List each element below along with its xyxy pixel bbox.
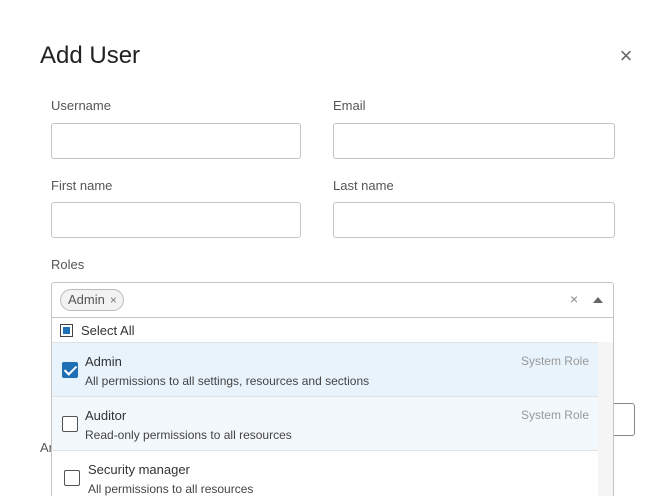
select-all-label: Select All <box>81 322 135 338</box>
role-option-name: Admin <box>85 354 122 369</box>
last-name-label: Last name <box>333 178 394 193</box>
role-option-name: Security manager <box>88 462 190 477</box>
role-option-admin[interactable]: Admin All permissions to all settings, r… <box>52 342 598 396</box>
caret-up-icon[interactable] <box>593 297 603 303</box>
clear-selection-icon[interactable]: × <box>570 291 578 307</box>
role-option-tag: System Role <box>520 354 589 368</box>
role-chip-admin: Admin × <box>60 289 124 311</box>
close-icon[interactable]: × <box>616 44 636 68</box>
role-option-security-manager[interactable]: Security manager All permissions to all … <box>52 450 598 496</box>
role-option-auditor[interactable]: Auditor Read-only permissions to all res… <box>52 396 598 450</box>
checkbox-checked-icon[interactable] <box>62 362 78 378</box>
first-name-label: First name <box>51 178 113 193</box>
role-option-description: All permissions to all resources <box>88 482 254 496</box>
username-label: Username <box>51 98 111 113</box>
role-chip-label: Admin <box>68 292 105 307</box>
roles-multiselect[interactable]: Admin × × <box>51 282 614 318</box>
email-input[interactable] <box>333 123 615 159</box>
email-label: Email <box>333 98 366 113</box>
first-name-input[interactable] <box>51 202 301 238</box>
username-input[interactable] <box>51 123 301 159</box>
roles-options-list: Admin All permissions to all settings, r… <box>51 342 598 496</box>
role-option-description: Read-only permissions to all resources <box>85 428 292 442</box>
checkbox-icon[interactable] <box>64 470 80 486</box>
dialog-title: Add User <box>40 42 141 69</box>
checkbox-icon[interactable] <box>62 416 78 432</box>
select-all-option[interactable]: Select All <box>51 318 614 342</box>
role-option-description: All permissions to all settings, resourc… <box>85 374 370 388</box>
role-option-tag: System Role <box>520 408 589 422</box>
role-option-name: Auditor <box>85 408 127 423</box>
roles-label: Roles <box>51 257 85 272</box>
select-all-checkbox-icon[interactable] <box>60 323 73 337</box>
chip-remove-icon[interactable]: × <box>110 290 117 310</box>
last-name-input[interactable] <box>333 202 615 238</box>
options-scrollbar[interactable] <box>598 342 614 496</box>
